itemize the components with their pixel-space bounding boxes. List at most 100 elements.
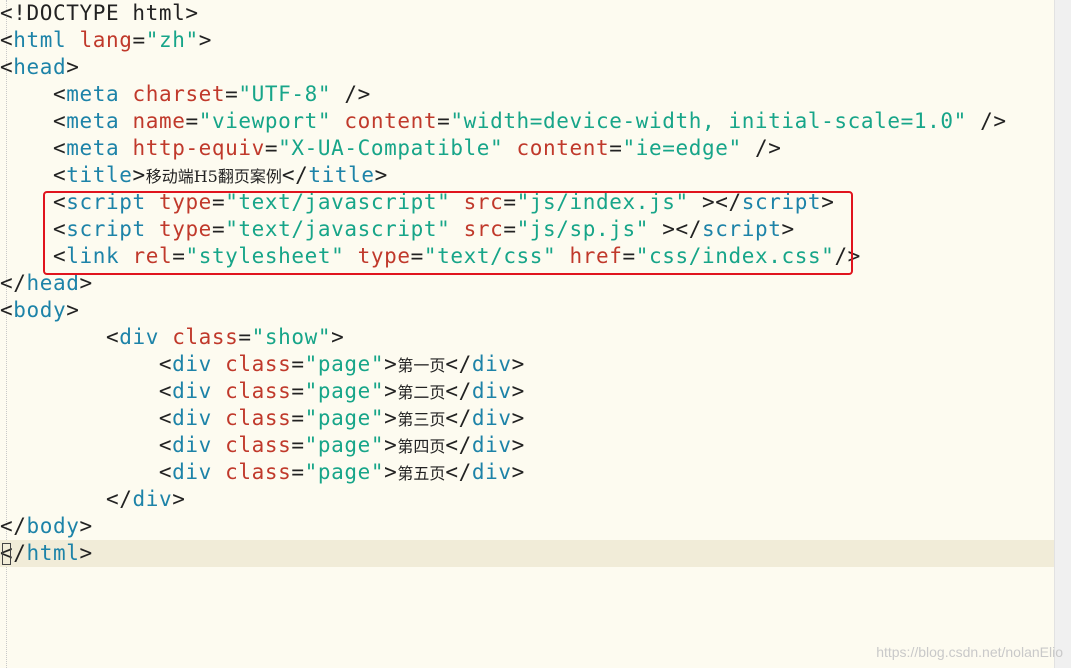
code-token: meta bbox=[66, 109, 120, 133]
code-line[interactable]: <div class="page">第二页</div> bbox=[0, 378, 1055, 405]
code-token: 第三页 bbox=[397, 410, 446, 429]
code-token: < bbox=[52, 109, 67, 133]
code-token: < bbox=[158, 352, 173, 376]
code-token: div bbox=[172, 433, 212, 457]
code-token: > bbox=[79, 514, 93, 538]
code-line[interactable]: <div class="show"> bbox=[0, 324, 1055, 351]
code-token: > bbox=[79, 541, 93, 565]
code-token: </ bbox=[281, 163, 309, 187]
code-token: = bbox=[238, 325, 252, 349]
code-line[interactable]: <meta name="viewport" content="width=dev… bbox=[0, 108, 1055, 135]
code-token: "page" bbox=[304, 352, 385, 376]
code-line[interactable]: <body> bbox=[0, 297, 1055, 324]
code-token: /> bbox=[966, 109, 1007, 133]
code-token: meta bbox=[66, 82, 120, 106]
code-token: <!DOCTYPE html> bbox=[0, 1, 199, 25]
code-token: > bbox=[384, 433, 398, 457]
code-token: > bbox=[511, 406, 525, 430]
code-token: < bbox=[158, 460, 173, 484]
code-line[interactable]: <title>移动端H5翻页案例</title> bbox=[0, 162, 1055, 189]
code-token: < bbox=[105, 325, 120, 349]
code-token: > bbox=[511, 352, 525, 376]
code-token: "X-UA-Compatible" bbox=[278, 136, 504, 160]
code-token: > bbox=[384, 406, 398, 430]
code-token: div bbox=[172, 460, 212, 484]
code-line[interactable]: <div class="page">第三页</div> bbox=[0, 405, 1055, 432]
code-line[interactable]: <meta http-equiv="X-UA-Compatible" conte… bbox=[0, 135, 1055, 162]
code-token: > bbox=[331, 325, 345, 349]
code-line[interactable]: <head> bbox=[0, 54, 1055, 81]
code-token: = bbox=[291, 379, 305, 403]
code-token: class bbox=[225, 460, 292, 484]
code-line[interactable]: <div class="page">第一页</div> bbox=[0, 351, 1055, 378]
code-token: div bbox=[172, 406, 212, 430]
code-token: 第二页 bbox=[397, 383, 446, 402]
code-token: content bbox=[344, 109, 438, 133]
code-token: title bbox=[308, 163, 375, 187]
code-token: "show" bbox=[251, 325, 332, 349]
code-token: < bbox=[158, 406, 173, 430]
code-token: 移动端H5翻页案例 bbox=[145, 167, 282, 186]
code-token: html bbox=[13, 28, 67, 52]
code-line[interactable]: <meta charset="UTF-8" /> bbox=[0, 81, 1055, 108]
code-token: </ bbox=[0, 271, 27, 295]
code-token: </ bbox=[445, 406, 472, 430]
code-token: body bbox=[13, 298, 67, 322]
code-token: > bbox=[384, 460, 398, 484]
code-line[interactable]: </body> bbox=[0, 513, 1055, 540]
code-token: < bbox=[0, 298, 14, 322]
code-token: lang bbox=[79, 28, 133, 52]
code-token: </ bbox=[445, 379, 472, 403]
code-token: > bbox=[132, 163, 146, 187]
code-token: "zh" bbox=[145, 28, 199, 52]
watermark: https://blog.csdn.net/nolanElio bbox=[876, 644, 1063, 660]
code-line[interactable]: <html lang="zh"> bbox=[0, 27, 1055, 54]
code-token: = bbox=[185, 109, 199, 133]
code-token: "ie=edge" bbox=[622, 136, 742, 160]
code-token: "width=device-width, initial-scale=1.0" bbox=[450, 109, 967, 133]
code-token: "page" bbox=[304, 406, 385, 430]
code-token: div bbox=[132, 487, 173, 511]
code-token: = bbox=[225, 82, 239, 106]
text-cursor bbox=[2, 543, 11, 565]
code-token: div bbox=[471, 433, 512, 457]
code-token: "UTF-8" bbox=[238, 82, 332, 106]
code-token: > bbox=[374, 163, 388, 187]
code-token: name bbox=[132, 109, 186, 133]
code-token: = bbox=[437, 109, 451, 133]
code-token: div bbox=[172, 379, 212, 403]
code-token: body bbox=[26, 514, 80, 538]
code-token: = bbox=[291, 406, 305, 430]
code-token: </ bbox=[445, 460, 472, 484]
code-token: > bbox=[511, 379, 525, 403]
code-line[interactable]: </div> bbox=[0, 486, 1055, 513]
code-line[interactable]: <!DOCTYPE html> bbox=[0, 0, 1055, 27]
code-token: div bbox=[471, 379, 512, 403]
code-line[interactable]: <div class="page">第四页</div> bbox=[0, 432, 1055, 459]
code-line[interactable]: <div class="page">第五页</div> bbox=[0, 459, 1055, 486]
code-token: meta bbox=[66, 136, 120, 160]
code-token: </ bbox=[445, 433, 472, 457]
code-token: div bbox=[471, 352, 512, 376]
code-token: > bbox=[172, 487, 186, 511]
code-token: charset bbox=[132, 82, 226, 106]
code-token: = bbox=[132, 28, 146, 52]
code-token: class bbox=[225, 352, 292, 376]
code-token: http-equiv bbox=[132, 136, 265, 160]
code-editor[interactable]: <!DOCTYPE html> <html lang="zh"> <head> <m… bbox=[0, 0, 1055, 668]
code-line[interactable]: </html> bbox=[0, 540, 1055, 567]
vertical-scrollbar[interactable] bbox=[1054, 0, 1071, 668]
code-token: content bbox=[516, 136, 610, 160]
